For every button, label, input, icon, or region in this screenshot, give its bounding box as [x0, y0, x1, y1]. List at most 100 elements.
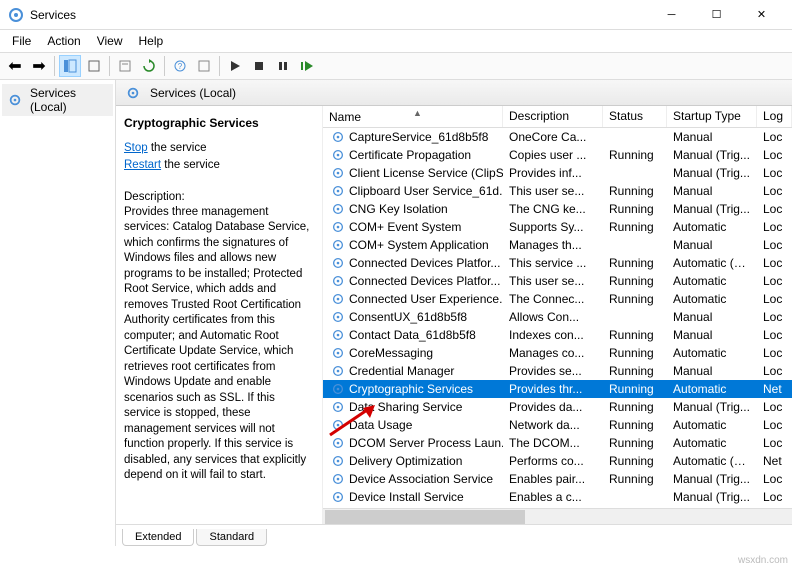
service-name: Connected Devices Platfor...: [349, 256, 500, 270]
service-row[interactable]: DCOM Server Process Laun...The DCOM...Ru…: [323, 434, 792, 452]
stop-link[interactable]: Stop: [124, 142, 148, 154]
service-desc: The DCOM...: [503, 436, 603, 450]
tab-extended[interactable]: Extended: [122, 529, 194, 546]
col-status[interactable]: Status: [603, 106, 667, 127]
col-description[interactable]: Description: [503, 106, 603, 127]
service-icon: [331, 256, 345, 270]
menu-action[interactable]: Action: [39, 32, 88, 50]
service-desc: Provides thr...: [503, 382, 603, 396]
minimize-button[interactable]: ─: [649, 1, 694, 29]
service-row[interactable]: Client License Service (ClipS...Provides…: [323, 164, 792, 182]
service-row[interactable]: Device Association Service Enables pair..…: [323, 470, 792, 488]
service-icon: [331, 400, 345, 414]
service-name: ConsentUX_61d8b5f8: [349, 310, 467, 324]
service-row[interactable]: Data Sharing ServiceProvides da...Runnin…: [323, 398, 792, 416]
service-logon: Loc: [757, 148, 792, 162]
service-desc: The CNG ke...: [503, 202, 603, 216]
maximize-button[interactable]: ☐: [694, 1, 739, 29]
service-row[interactable]: Credential ManagerProvides se...RunningM…: [323, 362, 792, 380]
tab-standard[interactable]: Standard: [196, 529, 267, 546]
service-icon: [331, 454, 345, 468]
service-icon: [331, 436, 345, 450]
service-status: Running: [603, 202, 667, 216]
service-startup: Manual (Trig...: [667, 166, 757, 180]
service-startup: Manual: [667, 310, 757, 324]
export-button[interactable]: [83, 55, 105, 77]
service-logon: Loc: [757, 472, 792, 486]
tree-root-item[interactable]: Services (Local): [2, 84, 113, 116]
service-name: Contact Data_61d8b5f8: [349, 328, 476, 342]
menu-view[interactable]: View: [89, 32, 131, 50]
service-row[interactable]: Certificate PropagationCopies user ...Ru…: [323, 146, 792, 164]
forward-button[interactable]: ➡: [28, 55, 50, 77]
close-button[interactable]: ✕: [739, 1, 784, 29]
service-startup: Manual (Trig...: [667, 202, 757, 216]
service-startup: Automatic: [667, 274, 757, 288]
back-button[interactable]: ⬅: [4, 55, 26, 77]
refresh-button[interactable]: [138, 55, 160, 77]
menu-help[interactable]: Help: [131, 32, 172, 50]
service-status: Running: [603, 364, 667, 378]
service-desc: This user se...: [503, 274, 603, 288]
description-pane: Cryptographic Services Stop the service …: [116, 106, 323, 524]
rows-container[interactable]: CaptureService_61d8b5f8OneCore Ca...Manu…: [323, 128, 792, 508]
service-name: Cryptographic Services: [349, 382, 473, 396]
main-header: Services (Local): [116, 80, 792, 106]
col-startup[interactable]: Startup Type: [667, 106, 757, 127]
service-desc: This user se...: [503, 184, 603, 198]
main-header-title: Services (Local): [150, 86, 236, 100]
service-logon: Loc: [757, 328, 792, 342]
service-desc: This service ...: [503, 256, 603, 270]
tree-pane[interactable]: Services (Local): [0, 80, 116, 546]
start-service-button[interactable]: [224, 55, 246, 77]
service-icon: [331, 220, 345, 234]
menu-file[interactable]: File: [4, 32, 39, 50]
options-button[interactable]: [193, 55, 215, 77]
service-row[interactable]: CNG Key IsolationThe CNG ke...RunningMan…: [323, 200, 792, 218]
service-row[interactable]: Clipboard User Service_61d...This user s…: [323, 182, 792, 200]
stop-service-button[interactable]: [248, 55, 270, 77]
service-logon: Loc: [757, 238, 792, 252]
service-row[interactable]: Connected Devices Platfor...This user se…: [323, 272, 792, 290]
view-tabs: Extended Standard: [116, 524, 792, 546]
scrollbar-thumb[interactable]: [325, 510, 525, 524]
restart-link[interactable]: Restart: [124, 159, 161, 171]
show-hide-tree-button[interactable]: [59, 55, 81, 77]
service-row[interactable]: CoreMessagingManages co...RunningAutomat…: [323, 344, 792, 362]
service-row[interactable]: ConsentUX_61d8b5f8Allows Con...ManualLoc: [323, 308, 792, 326]
service-status: Running: [603, 400, 667, 414]
pause-service-button[interactable]: [272, 55, 294, 77]
service-row[interactable]: COM+ System ApplicationManages th...Manu…: [323, 236, 792, 254]
service-desc: Enables pair...: [503, 472, 603, 486]
service-name: Device Association Service: [349, 472, 493, 486]
service-name: Device Install Service: [349, 490, 464, 504]
service-row[interactable]: CaptureService_61d8b5f8OneCore Ca...Manu…: [323, 128, 792, 146]
horizontal-scrollbar[interactable]: [323, 508, 792, 524]
service-row[interactable]: Data UsageNetwork da...RunningAutomaticL…: [323, 416, 792, 434]
restart-service-button[interactable]: [296, 55, 318, 77]
service-icon: [331, 364, 345, 378]
service-row[interactable]: Contact Data_61d8b5f8Indexes con...Runni…: [323, 326, 792, 344]
service-row[interactable]: COM+ Event SystemSupports Sy...RunningAu…: [323, 218, 792, 236]
service-icon: [331, 274, 345, 288]
service-row[interactable]: Delivery OptimizationPerforms co...Runni…: [323, 452, 792, 470]
service-row[interactable]: Connected User Experience...The Connec..…: [323, 290, 792, 308]
service-startup: Manual: [667, 184, 757, 198]
service-icon: [331, 328, 345, 342]
sort-indicator-icon: ▲: [413, 108, 422, 118]
service-row[interactable]: Connected Devices Platfor...This service…: [323, 254, 792, 272]
service-desc: Provides da...: [503, 400, 603, 414]
service-icon: [331, 166, 345, 180]
service-logon: Loc: [757, 184, 792, 198]
service-startup: Automatic: [667, 382, 757, 396]
service-startup: Manual (Trig...: [667, 490, 757, 504]
col-logon[interactable]: Log: [757, 106, 792, 127]
properties-button[interactable]: [114, 55, 136, 77]
service-logon: Loc: [757, 310, 792, 324]
description-label: Description:: [124, 191, 314, 203]
services-node-icon: [8, 93, 22, 107]
help-button[interactable]: ?: [169, 55, 191, 77]
service-row[interactable]: Cryptographic ServicesProvides thr...Run…: [323, 380, 792, 398]
service-name: Credential Manager: [349, 364, 454, 378]
service-row[interactable]: Device Install ServiceEnables a c...Manu…: [323, 488, 792, 506]
